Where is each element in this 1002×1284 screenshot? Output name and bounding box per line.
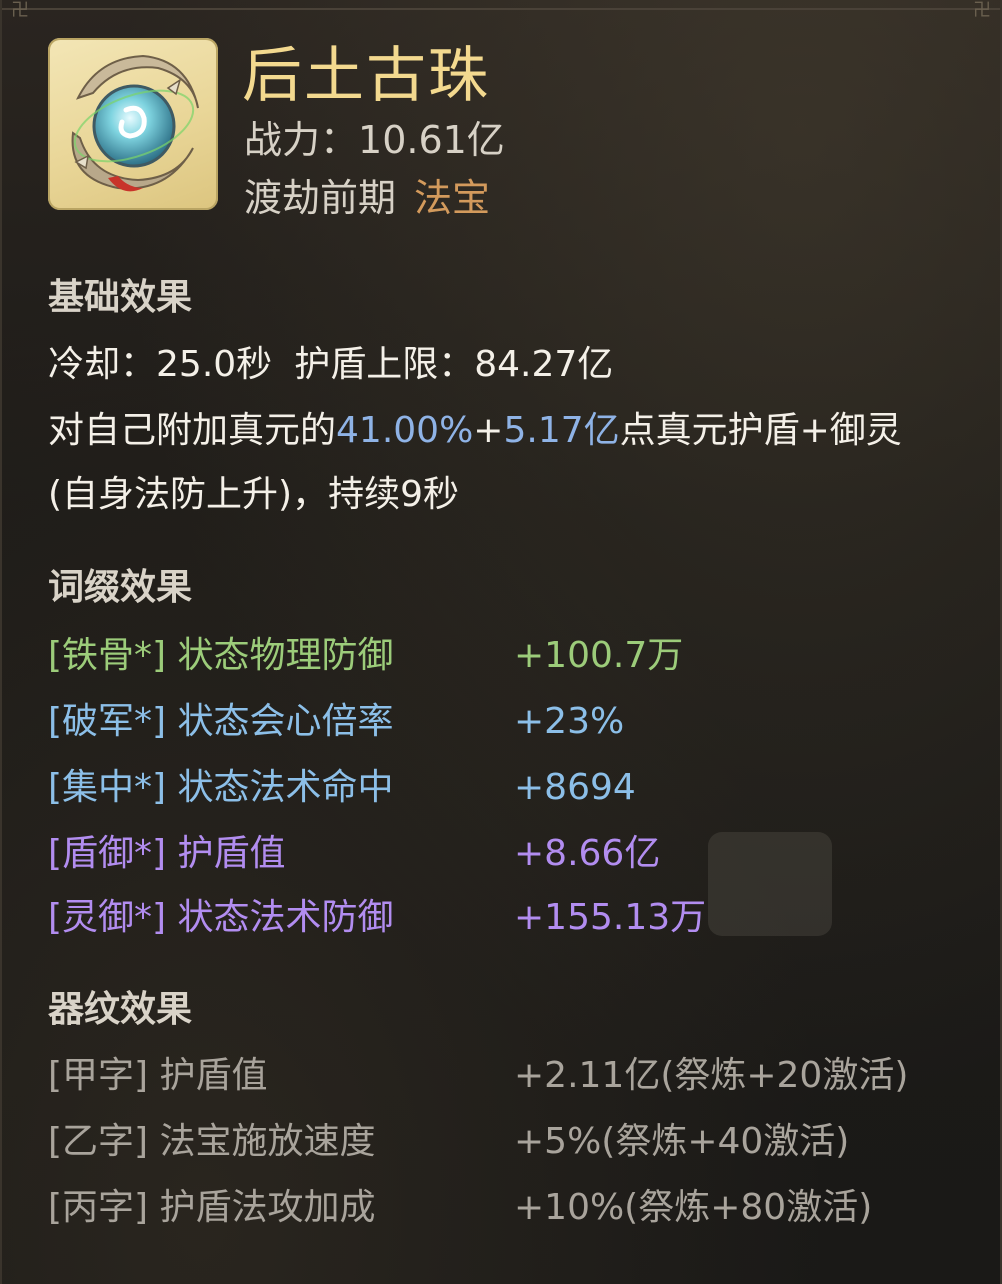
pattern-effect-title: 器纹效果 [48, 989, 193, 1030]
affix-row: [盾御*] 护盾值 +8.66亿 [48, 830, 948, 878]
pattern-name: [乙字] 法宝施放速度 [48, 1121, 376, 1162]
affix-row: [破军*] 状态会心倍率 +23% [48, 698, 948, 746]
stage-row: 渡劫前期 法宝 [244, 174, 490, 222]
pattern-row: [丙字] 护盾法攻加成 +10%(祭炼+80激活) [48, 1184, 948, 1232]
pattern-value: +5%(祭炼+40激活) [514, 1121, 850, 1162]
base-desc-line-1: 对自己附加真元的41.00%+5.17亿点真元护盾+御灵 [48, 408, 902, 454]
affix-value: +23% [514, 701, 625, 742]
desc-part2: 点真元护盾+御灵 [619, 410, 902, 451]
pattern-name: [丙字] 护盾法攻加成 [48, 1187, 376, 1228]
affix-value: +8.66亿 [514, 833, 661, 874]
power-label: 战力： [244, 118, 359, 162]
affix-name: [盾御*] 护盾值 [48, 833, 286, 874]
affix-name: [铁骨*] 状态物理防御 [48, 635, 394, 676]
desc-pct: 41.00% [336, 410, 474, 451]
item-icon-frame[interactable] [48, 38, 218, 210]
affix-effect-title: 词缀效果 [48, 567, 193, 608]
affix-row: [灵御*] 状态法术防御 +155.13万 [48, 894, 948, 942]
top-border [2, 0, 1000, 10]
cooldown-value: 25.0秒 [156, 344, 273, 385]
pattern-row: [乙字] 法宝施放速度 +5%(祭炼+40激活) [48, 1118, 948, 1166]
affix-name: [灵御*] 状态法术防御 [48, 897, 394, 938]
item-stage: 渡劫前期 [244, 176, 397, 220]
affix-value: +100.7万 [514, 635, 684, 676]
cooldown-shield-line: 冷却：25.0秒 护盾上限：84.27亿 [48, 342, 613, 388]
desc-plus: + [473, 410, 504, 451]
affix-value: +155.13万 [514, 897, 707, 938]
power-row: 战力：10.61亿 [244, 116, 505, 164]
pattern-row: [甲字] 护盾值 +2.11亿(祭炼+20激活) [48, 1052, 948, 1100]
affix-name: [集中*] 状态法术命中 [48, 767, 394, 808]
desc-amount: 5.17亿 [503, 410, 620, 451]
base-desc-line-2: (自身法防上升)，持续9秒 [48, 474, 459, 515]
item-name: 后土古珠 [242, 41, 490, 111]
item-type: 法宝 [414, 176, 491, 220]
power-value: 10.61亿 [358, 118, 505, 162]
pattern-value: +2.11亿(祭炼+20激活) [514, 1055, 909, 1096]
pattern-value: +10%(祭炼+80激活) [514, 1187, 873, 1228]
affix-row: [集中*] 状态法术命中 +8694 [48, 764, 948, 812]
cooldown-label: 冷却： [48, 344, 157, 385]
shield-cap-label: 护盾上限： [294, 344, 475, 385]
item-tooltip-panel: 卍 卍 后土古珠 战力：10.61亿 渡劫前期 法宝 基础效果 冷却：25.0秒… [0, 0, 1002, 1284]
affix-row: [铁骨*] 状态物理防御 +100.7万 [48, 632, 948, 680]
pattern-name: [甲字] 护盾值 [48, 1055, 268, 1096]
shield-cap-value: 84.27亿 [474, 344, 614, 385]
corner-ornament-right-icon: 卍 [973, 0, 991, 21]
affix-value: +8694 [514, 767, 636, 808]
corner-ornament-left-icon: 卍 [11, 0, 29, 21]
affix-name: [破军*] 状态会心倍率 [48, 701, 394, 742]
base-effect-title: 基础效果 [48, 277, 193, 318]
spirit-orb-icon [71, 54, 199, 192]
desc-part1: 对自己附加真元的 [48, 410, 337, 451]
